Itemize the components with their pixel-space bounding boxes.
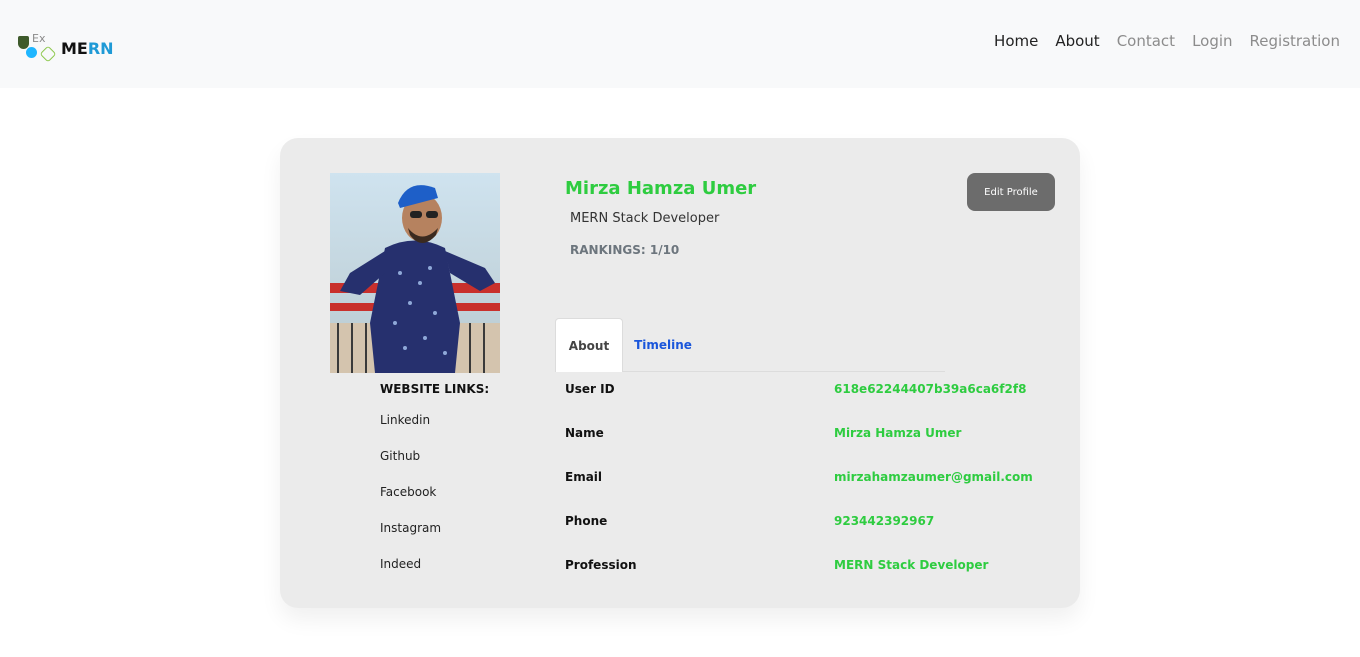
link-facebook[interactable]: Facebook xyxy=(380,485,436,499)
detail-label-name: Name xyxy=(565,426,604,440)
website-links-heading: WEBSITE LINKS: xyxy=(380,382,490,396)
detail-value-user-id: 618e62244407b39a6ca6f2f8 xyxy=(834,382,1027,396)
link-linkedin[interactable]: Linkedin xyxy=(380,413,430,427)
main-nav: Home About Contact Login Registration xyxy=(994,32,1340,50)
tab-about[interactable]: About xyxy=(555,318,623,372)
profile-name: Mirza Hamza Umer xyxy=(565,178,757,199)
detail-value-profession: MERN Stack Developer xyxy=(834,558,989,572)
brand-text: MERN xyxy=(61,38,114,58)
detail-value-name: Mirza Hamza Umer xyxy=(834,426,962,440)
nav-login[interactable]: Login xyxy=(1192,32,1232,50)
brand-logo[interactable]: Ex MERN xyxy=(18,32,114,63)
profile-card: Mirza Hamza Umer MERN Stack Developer RA… xyxy=(280,138,1080,608)
detail-label-profession: Profession xyxy=(565,558,637,572)
tab-timeline[interactable]: Timeline xyxy=(623,318,703,372)
profile-profession: MERN Stack Developer xyxy=(570,211,720,226)
navbar: Ex MERN Home About Contact Login Registr… xyxy=(0,0,1360,88)
link-github[interactable]: Github xyxy=(380,449,420,463)
link-indeed[interactable]: Indeed xyxy=(380,557,421,571)
nav-registration[interactable]: Registration xyxy=(1250,32,1340,50)
detail-value-phone: 923442392967 xyxy=(834,514,935,528)
mern-logo-icon: Ex xyxy=(18,32,58,63)
nav-about[interactable]: About xyxy=(1055,32,1099,50)
link-instagram[interactable]: Instagram xyxy=(380,521,441,535)
nav-contact[interactable]: Contact xyxy=(1117,32,1175,50)
detail-value-email: mirzahamzaumer@gmail.com xyxy=(834,470,1033,484)
detail-label-email: Email xyxy=(565,470,603,484)
profile-rankings: RANKINGS: 1/10 xyxy=(570,243,680,257)
edit-profile-button[interactable]: Edit Profile xyxy=(967,173,1055,211)
profile-photo xyxy=(330,173,500,373)
profile-tabs: About Timeline xyxy=(555,318,945,372)
nav-home[interactable]: Home xyxy=(994,32,1038,50)
detail-label-phone: Phone xyxy=(565,514,608,528)
detail-label-user-id: User ID xyxy=(565,382,615,396)
